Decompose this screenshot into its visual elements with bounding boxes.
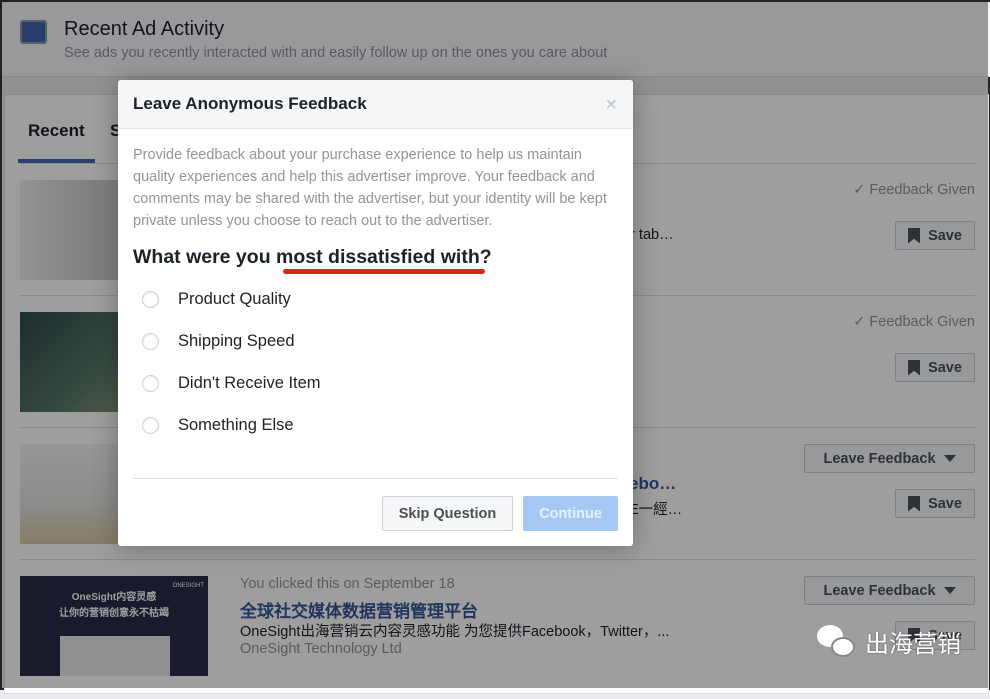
dialog-intro: Provide feedback about your purchase exp… — [133, 147, 607, 229]
radio-button[interactable] — [142, 375, 159, 392]
watermark: 出海营销 — [817, 624, 961, 659]
skip-question-button[interactable]: Skip Question — [382, 496, 513, 531]
option-something-else[interactable]: Something Else — [142, 416, 294, 435]
question-text: What were you most dissatisfied with? — [133, 246, 492, 268]
feedback-dialog: Leave Anonymous Feedback × Provide feedb… — [118, 80, 633, 546]
radio-button[interactable] — [142, 417, 159, 434]
divider — [133, 478, 618, 479]
red-underline-annotation — [283, 269, 485, 274]
option-label: Product Quality — [178, 290, 291, 308]
dialog-header: Leave Anonymous Feedback × — [118, 80, 633, 129]
dialog-title: Leave Anonymous Feedback — [133, 94, 367, 113]
wechat-icon — [817, 624, 857, 659]
watermark-text: 出海营销 — [865, 631, 961, 658]
option-label: Something Else — [178, 416, 294, 434]
option-product-quality[interactable]: Product Quality — [142, 290, 291, 309]
option-label: Shipping Speed — [178, 332, 295, 350]
option-label: Didn't Receive Item — [178, 374, 321, 392]
option-shipping-speed[interactable]: Shipping Speed — [142, 332, 295, 351]
close-icon[interactable]: × — [605, 94, 617, 117]
radio-button[interactable] — [142, 291, 159, 308]
radio-button[interactable] — [142, 333, 159, 350]
continue-button[interactable]: Continue — [523, 496, 618, 531]
option-didnt-receive-item[interactable]: Didn't Receive Item — [142, 374, 321, 393]
